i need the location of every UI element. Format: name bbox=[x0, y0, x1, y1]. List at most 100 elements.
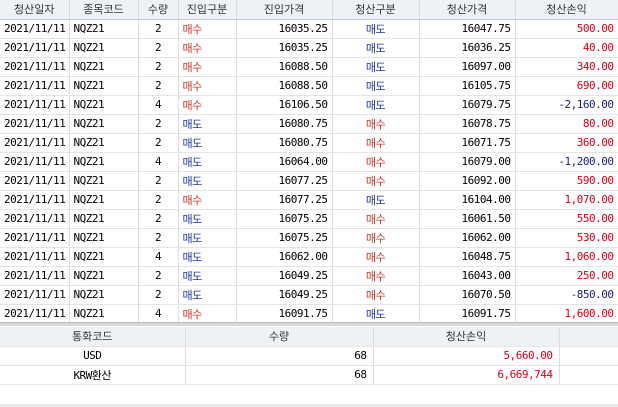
col-header-code[interactable]: 종목코드 bbox=[69, 0, 139, 20]
cell-entry-price: 16035.25 bbox=[236, 19, 333, 39]
summary-cell-blank bbox=[559, 346, 618, 366]
cell-pnl: 40.00 bbox=[515, 38, 618, 58]
cell-entry-price: 16077.25 bbox=[236, 190, 333, 210]
cell-exit-type: 매도 bbox=[332, 76, 420, 96]
table-row[interactable]: 2021/11/11 NQZ21 4 매도 16062.00 매수 16048.75 1,06… bbox=[0, 247, 618, 267]
cell-exit-date: 2021/11/11 bbox=[0, 152, 70, 172]
cell-pnl: 550.00 bbox=[515, 209, 618, 229]
cell-exit-date: 2021/11/11 bbox=[0, 76, 70, 96]
cell-qty: 4 bbox=[138, 152, 179, 172]
cell-code: NQZ21 bbox=[69, 285, 139, 305]
cell-exit-date: 2021/11/11 bbox=[0, 95, 70, 115]
cell-exit-price: 16078.75 bbox=[419, 114, 516, 134]
cell-entry-type: 매도 bbox=[178, 152, 237, 172]
summary-cell-qty: 68 bbox=[185, 346, 374, 366]
cell-entry-price: 16062.00 bbox=[236, 247, 333, 267]
table-row[interactable]: 2021/11/11 NQZ21 2 매도 16075.25 매수 16062.00 530.… bbox=[0, 228, 618, 248]
cell-code: NQZ21 bbox=[69, 19, 139, 39]
cell-exit-price: 16091.75 bbox=[419, 304, 516, 324]
cell-exit-type: 매수 bbox=[332, 247, 420, 267]
table-row[interactable]: 2021/11/11 NQZ21 4 매수 16091.75 매도 16091.75 1,60… bbox=[0, 304, 618, 324]
cell-pnl: -850.00 bbox=[515, 285, 618, 305]
table-row[interactable]: 2021/11/11 NQZ21 2 매도 16080.75 매수 16071.75 360.… bbox=[0, 133, 618, 153]
summary-col-currency: 통화코드 bbox=[0, 327, 186, 347]
cell-code: NQZ21 bbox=[69, 209, 139, 229]
cell-entry-type: 매도 bbox=[178, 133, 237, 153]
table-row[interactable]: 2021/11/11 NQZ21 2 매도 16075.25 매수 16061.50 550.… bbox=[0, 209, 618, 229]
cell-pnl: 340.00 bbox=[515, 57, 618, 77]
cell-exit-type: 매수 bbox=[332, 152, 420, 172]
cell-exit-date: 2021/11/11 bbox=[0, 38, 70, 58]
table-row[interactable]: 2021/11/11 NQZ21 2 매수 16077.25 매도 16104.00 1,07… bbox=[0, 190, 618, 210]
cell-exit-date: 2021/11/11 bbox=[0, 285, 70, 305]
summary-row: KRW환산 68 6,669,744 bbox=[0, 365, 618, 385]
cell-pnl: 1,070.00 bbox=[515, 190, 618, 210]
cell-exit-type: 매도 bbox=[332, 95, 420, 115]
table-row[interactable]: 2021/11/11 NQZ21 4 매도 16064.00 매수 16079.00 -1,2… bbox=[0, 152, 618, 172]
col-header-entry-type[interactable]: 진입구분 bbox=[178, 0, 237, 20]
cell-qty: 2 bbox=[138, 228, 179, 248]
cell-code: NQZ21 bbox=[69, 114, 139, 134]
summary-cell-qty: 68 bbox=[185, 365, 374, 385]
cell-exit-type: 매수 bbox=[332, 114, 420, 134]
cell-entry-price: 16049.25 bbox=[236, 266, 333, 286]
cell-entry-type: 매수 bbox=[178, 304, 237, 324]
cell-qty: 2 bbox=[138, 171, 179, 191]
cell-exit-date: 2021/11/11 bbox=[0, 57, 70, 77]
cell-qty: 2 bbox=[138, 114, 179, 134]
cell-exit-price: 16097.00 bbox=[419, 57, 516, 77]
summary-col-blank bbox=[559, 327, 618, 347]
cell-code: NQZ21 bbox=[69, 76, 139, 96]
cell-exit-price: 16070.50 bbox=[419, 285, 516, 305]
summary-cell-currency: KRW환산 bbox=[0, 365, 186, 385]
cell-entry-type: 매도 bbox=[178, 114, 237, 134]
cell-code: NQZ21 bbox=[69, 228, 139, 248]
cell-exit-date: 2021/11/11 bbox=[0, 114, 70, 134]
table-row[interactable]: 2021/11/11 NQZ21 2 매도 16080.75 매수 16078.75 80.0… bbox=[0, 114, 618, 134]
table-row[interactable]: 2021/11/11 NQZ21 2 매수 16088.50 매도 16105.75 690.… bbox=[0, 76, 618, 96]
cell-exit-type: 매도 bbox=[332, 304, 420, 324]
col-header-exit-price[interactable]: 청산가격 bbox=[419, 0, 516, 20]
cell-code: NQZ21 bbox=[69, 57, 139, 77]
col-header-pnl[interactable]: 청산손익 bbox=[515, 0, 618, 20]
cell-exit-price: 16079.75 bbox=[419, 95, 516, 115]
cell-exit-price: 16105.75 bbox=[419, 76, 516, 96]
cell-exit-date: 2021/11/11 bbox=[0, 190, 70, 210]
cell-exit-type: 매수 bbox=[332, 209, 420, 229]
cell-exit-type: 매수 bbox=[332, 285, 420, 305]
table-row[interactable]: 2021/11/11 NQZ21 2 매수 16035.25 매도 16047.75 500.… bbox=[0, 19, 618, 39]
horizontal-scrollbar[interactable] bbox=[0, 322, 618, 326]
col-header-exit-date[interactable]: 청산일자 bbox=[0, 0, 70, 20]
cell-exit-type: 매수 bbox=[332, 266, 420, 286]
cell-qty: 4 bbox=[138, 95, 179, 115]
cell-pnl: -1,200.00 bbox=[515, 152, 618, 172]
cell-entry-type: 매수 bbox=[178, 57, 237, 77]
cell-code: NQZ21 bbox=[69, 95, 139, 115]
table-row[interactable]: 2021/11/11 NQZ21 2 매도 16077.25 매수 16092.00 590.… bbox=[0, 171, 618, 191]
cell-entry-price: 16075.25 bbox=[236, 228, 333, 248]
cell-entry-type: 매수 bbox=[178, 38, 237, 58]
table-row[interactable]: 2021/11/11 NQZ21 2 매수 16088.50 매도 16097.00 340.… bbox=[0, 57, 618, 77]
cell-exit-price: 16104.00 bbox=[419, 190, 516, 210]
table-row[interactable]: 2021/11/11 NQZ21 2 매도 16049.25 매수 16070.50 -850… bbox=[0, 285, 618, 305]
cell-pnl: -2,160.00 bbox=[515, 95, 618, 115]
col-header-qty[interactable]: 수량 bbox=[138, 0, 179, 20]
cell-exit-date: 2021/11/11 bbox=[0, 247, 70, 267]
table-row[interactable]: 2021/11/11 NQZ21 4 매수 16106.50 매도 16079.75 -2,1… bbox=[0, 95, 618, 115]
cell-entry-type: 매도 bbox=[178, 209, 237, 229]
cell-code: NQZ21 bbox=[69, 190, 139, 210]
summary-cell-currency: USD bbox=[0, 346, 186, 366]
cell-exit-type: 매수 bbox=[332, 171, 420, 191]
cell-entry-type: 매수 bbox=[178, 190, 237, 210]
cell-exit-price: 16092.00 bbox=[419, 171, 516, 191]
table-row[interactable]: 2021/11/11 NQZ21 2 매수 16035.25 매도 16036.25 40.0… bbox=[0, 38, 618, 58]
cell-exit-type: 매도 bbox=[332, 38, 420, 58]
col-header-exit-type[interactable]: 청산구분 bbox=[332, 0, 420, 20]
cell-qty: 2 bbox=[138, 285, 179, 305]
cell-pnl: 690.00 bbox=[515, 76, 618, 96]
summary-row: USD 68 5,660.00 bbox=[0, 346, 618, 366]
cell-qty: 2 bbox=[138, 266, 179, 286]
table-row[interactable]: 2021/11/11 NQZ21 2 매도 16049.25 매수 16043.00 250.… bbox=[0, 266, 618, 286]
cell-exit-price: 16062.00 bbox=[419, 228, 516, 248]
col-header-entry-price[interactable]: 진입가격 bbox=[236, 0, 333, 20]
